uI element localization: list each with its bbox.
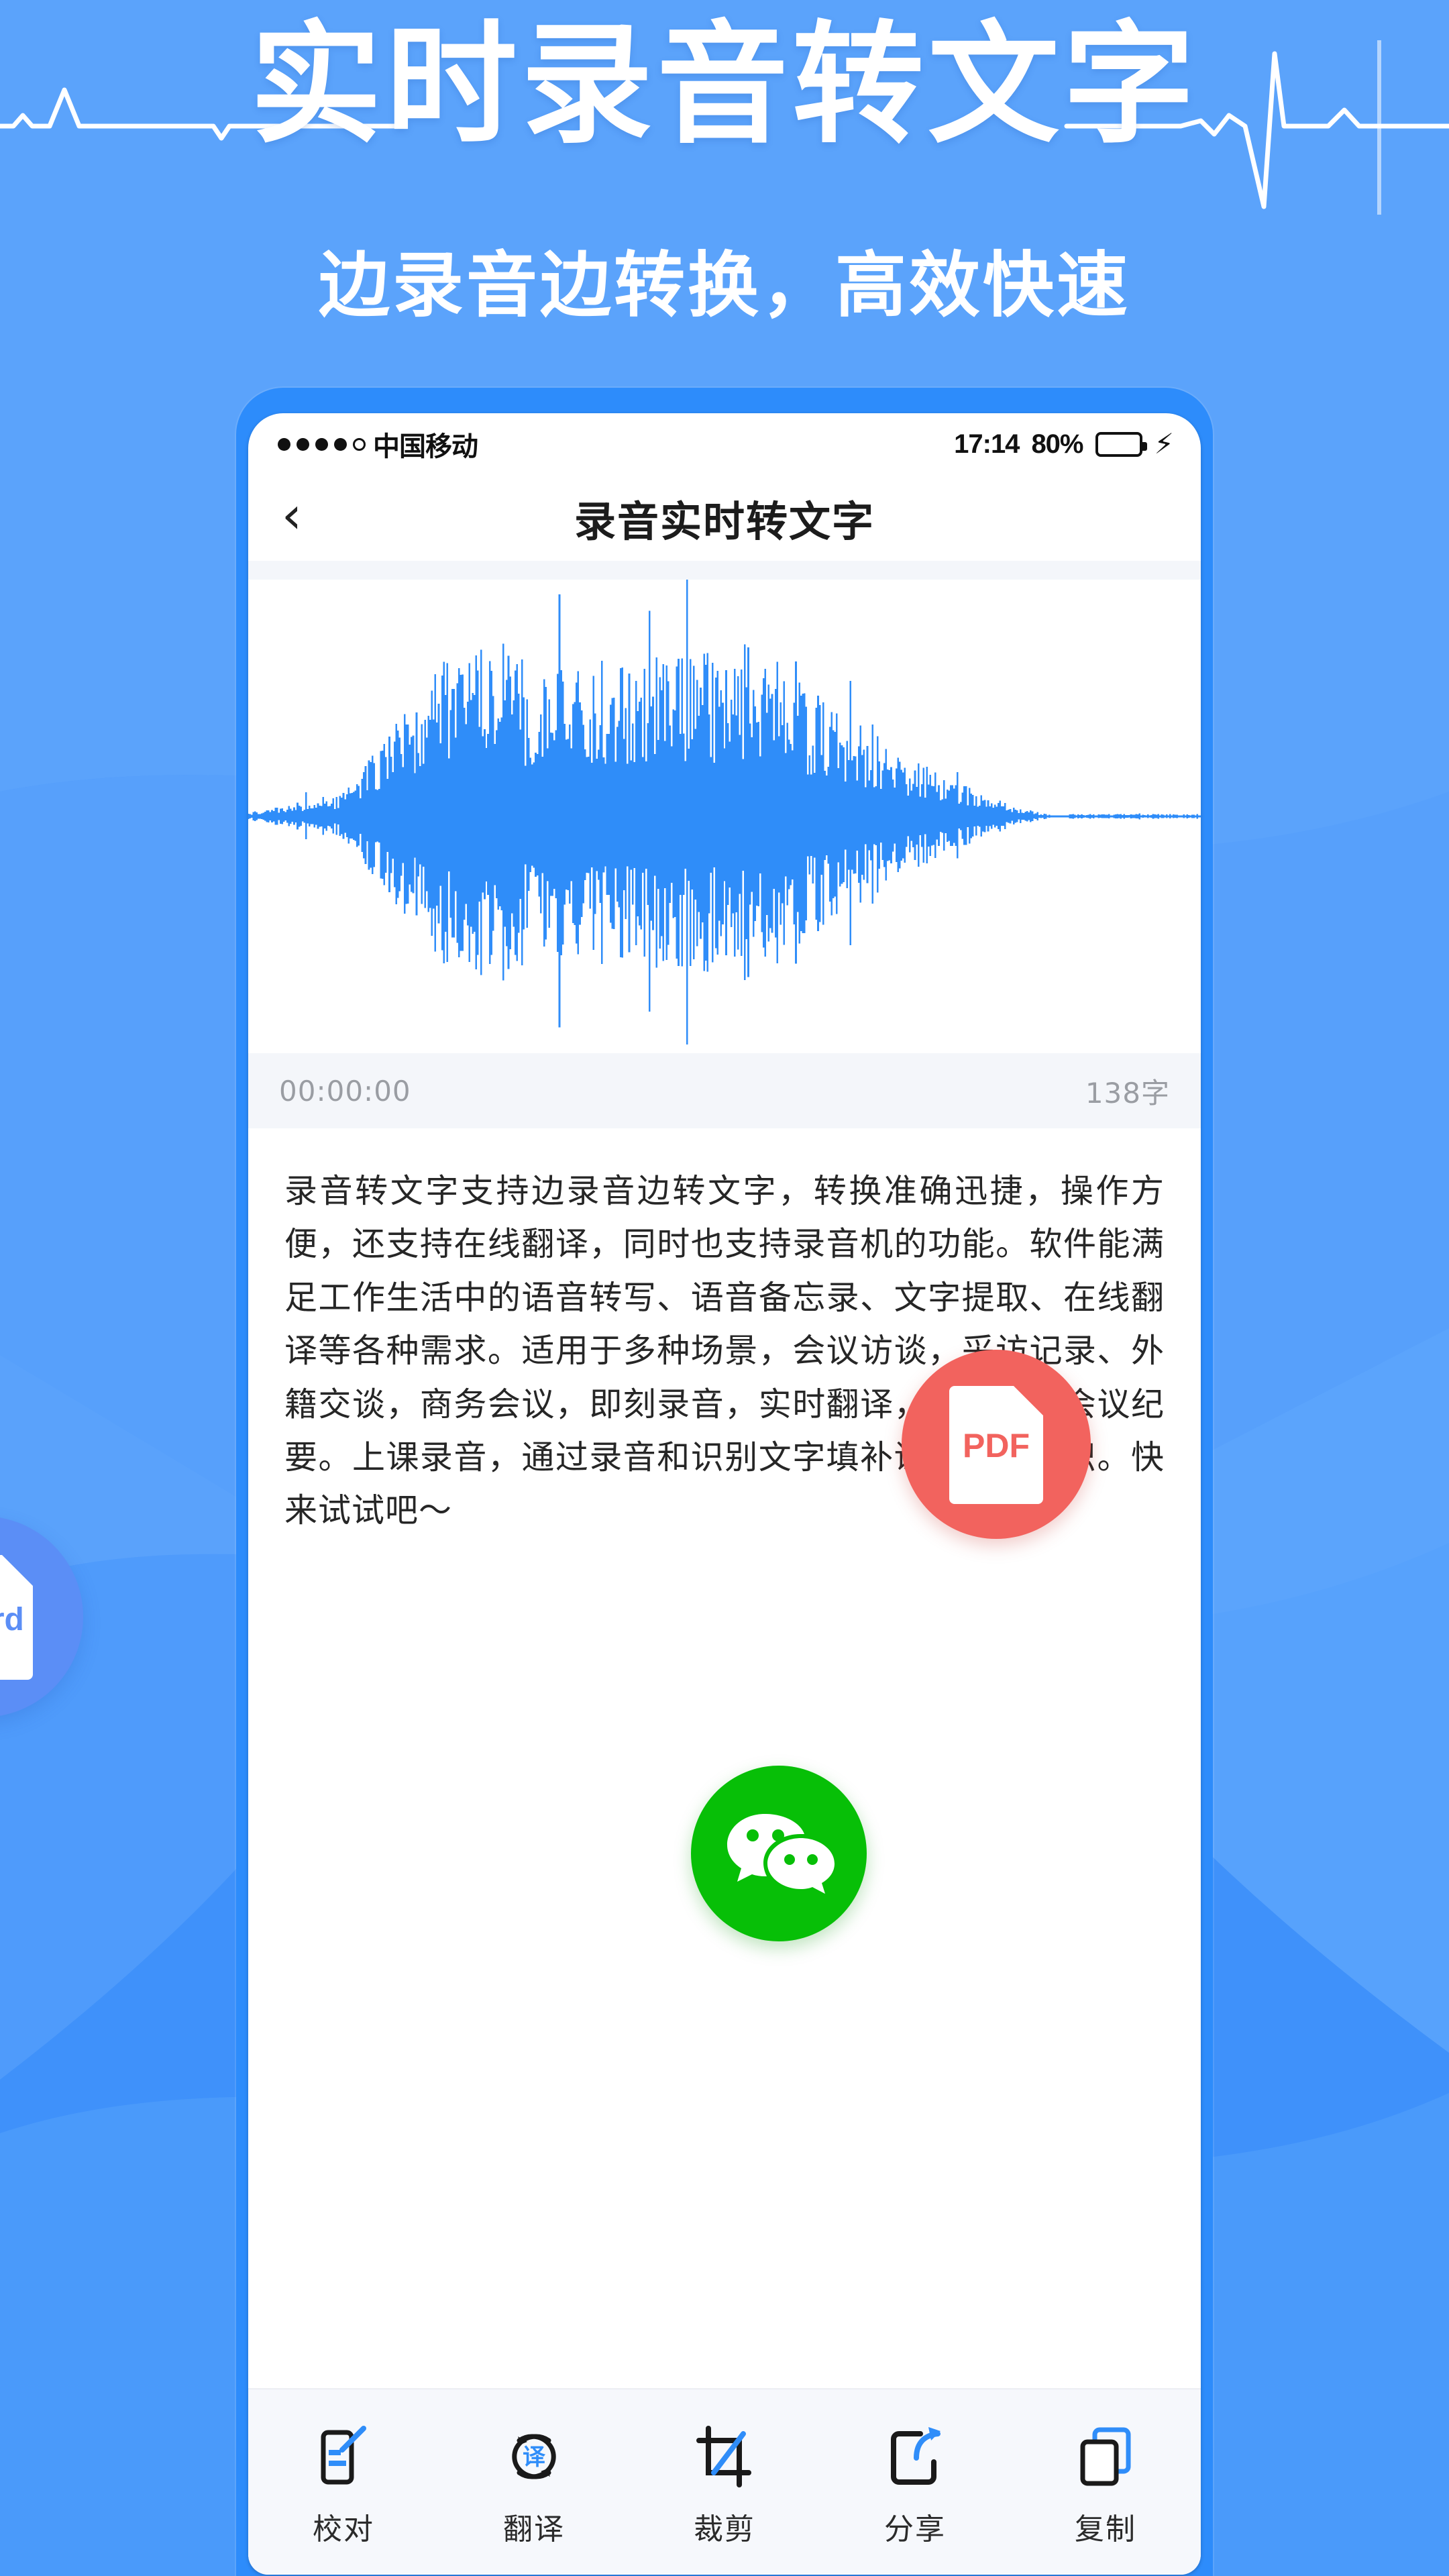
battery-percent-label: 80% [1031, 429, 1083, 459]
translate-icon: 译 [512, 2434, 556, 2479]
toolbar-item-label: 裁剪 [694, 2512, 755, 2546]
toolbar-item-label: 分享 [884, 2512, 946, 2546]
clock-label: 17:14 [954, 429, 1020, 459]
carrier-label: 中国移动 [373, 431, 478, 462]
toolbar-item-label: 翻译 [503, 2512, 565, 2546]
action-toolbar: 校对 译 翻译 裁剪 分享 复制 [248, 2390, 1201, 2575]
toolbar-item-crop[interactable]: 裁剪 [657, 2423, 792, 2548]
crop-icon [696, 2426, 751, 2487]
pdf-badge-label: PDF [963, 1427, 1030, 1464]
poster-subheadline: 边录音边转换，高效快速 [319, 244, 1130, 327]
toolbar-item-share[interactable]: 分享 [848, 2423, 982, 2548]
pdf-export-badge[interactable]: PDF [902, 1350, 1091, 1539]
wechat-icon [727, 1814, 835, 1894]
waveform-divider [248, 561, 1201, 580]
status-bar-left: 中国移动 [278, 425, 478, 464]
svg-text:译: 译 [523, 2444, 546, 2471]
copy-icon [1080, 2427, 1131, 2486]
toolbar-item-translate[interactable]: 译 翻译 [467, 2423, 601, 2548]
nav-bar: ‹ 录音实时转文字 [248, 475, 1201, 561]
waveform-display[interactable] [248, 580, 1201, 1053]
proofread-icon [321, 2426, 366, 2485]
wechat-share-badge[interactable] [691, 1766, 867, 1941]
page-title: 录音实时转文字 [574, 497, 875, 546]
status-bar: 中国移动 17:14 80% ⚡ [248, 413, 1201, 475]
word-badge-label: Word [0, 1602, 24, 1638]
battery-icon [1095, 431, 1147, 457]
toolbar-item-label: 复制 [1075, 2512, 1136, 2546]
audio-waveform-icon [248, 580, 1201, 1045]
signal-strength-icon [278, 437, 366, 451]
poster-headline: 实时录音转文字 [250, 9, 1199, 162]
character-count-label: 138字 [1085, 1076, 1170, 1110]
toolbar-item-copy[interactable]: 复制 [1038, 2423, 1173, 2548]
waveform-meta: 00:00:00 138字 [248, 1053, 1201, 1128]
toolbar-item-label: 校对 [313, 2512, 374, 2546]
elapsed-time-label: 00:00:00 [279, 1074, 411, 1108]
word-document-icon: Word [0, 1555, 33, 1680]
pdf-document-icon: PDF [949, 1386, 1043, 1504]
share-icon [891, 2427, 941, 2485]
toolbar-item-proofread[interactable]: 校对 [276, 2423, 411, 2548]
lightning-bolt-icon: ⚡ [1154, 428, 1175, 460]
status-bar-right: 17:14 80% ⚡ [954, 429, 1174, 460]
